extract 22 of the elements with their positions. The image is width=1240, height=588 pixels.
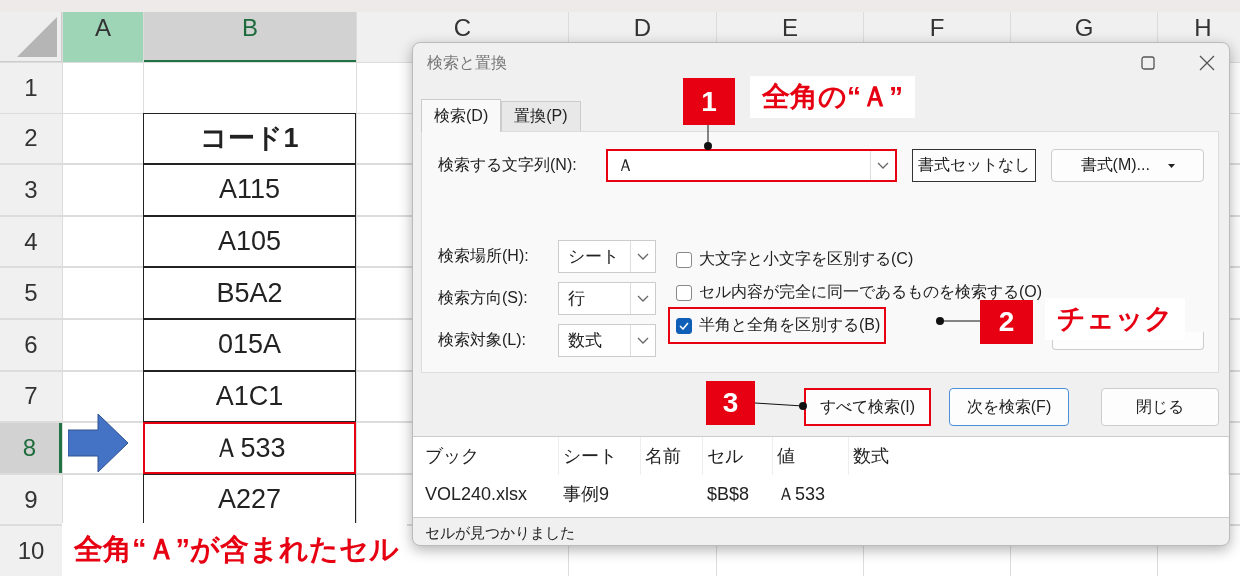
table-cell: A115 bbox=[143, 164, 356, 216]
field-label: 検索する文字列(N): bbox=[438, 155, 578, 175]
table-cell: A227 bbox=[143, 473, 356, 526]
checkbox-label: セル内容が完全に同一であるものを検索する(O) bbox=[699, 282, 1043, 302]
checkbox-label: 半角と全角を区別する(B) bbox=[699, 315, 881, 335]
step-badge: 3 bbox=[706, 381, 755, 425]
checkbox-label: 大文字と小文字を区別する(C) bbox=[699, 249, 914, 269]
step-badge: 1 bbox=[683, 78, 735, 125]
table-cell: A105 bbox=[143, 215, 356, 268]
step-badge: 2 bbox=[980, 300, 1033, 344]
column-title-cell: コード1 bbox=[143, 112, 356, 165]
status-text: セルが見つかりました bbox=[424, 523, 576, 543]
field-label: 検索場所(H): bbox=[438, 246, 530, 266]
field-label: 検索対象(L): bbox=[438, 330, 527, 350]
table-cell: B5A2 bbox=[143, 267, 356, 319]
callout-label: 全角の“Ａ” bbox=[750, 76, 915, 118]
callout-label: チェック bbox=[1045, 298, 1185, 340]
table-cell: 015A bbox=[143, 318, 356, 371]
field-label: 検索方向(S): bbox=[438, 288, 529, 308]
table-cell: Ａ533 bbox=[143, 422, 356, 474]
caption-label: 全角“Ａ”が含まれたセル bbox=[62, 523, 407, 579]
table-cell: A1C1 bbox=[143, 370, 356, 423]
